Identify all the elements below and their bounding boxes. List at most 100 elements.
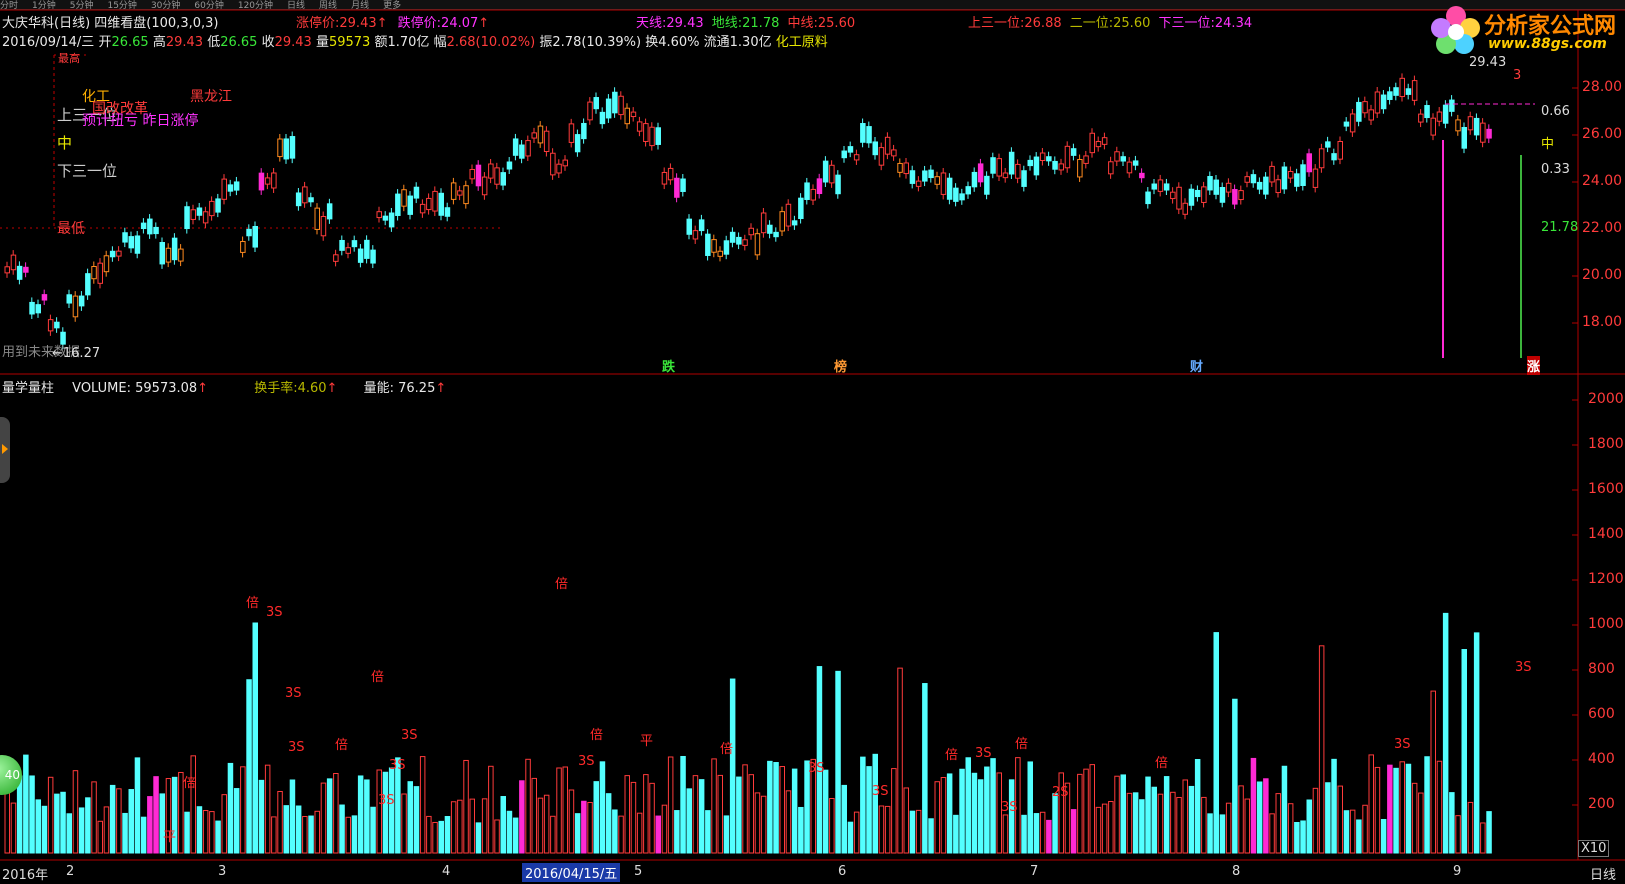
volume-bar	[339, 804, 345, 854]
candle-body	[1473, 117, 1480, 136]
limit-down-value: 24.07	[441, 16, 479, 31]
candle-body	[1405, 88, 1412, 95]
volume-bar	[1467, 801, 1474, 854]
candle-body	[97, 262, 103, 284]
volume-bar	[990, 758, 996, 854]
volume-bar	[302, 815, 308, 854]
candle-body	[1213, 179, 1219, 195]
volume-bar	[320, 782, 327, 854]
volume-bar	[91, 781, 97, 854]
volume-tag: 倍	[945, 748, 959, 763]
volume-bar	[1300, 820, 1306, 854]
tag-forecast[interactable]: 预计扭亏 昨日涨停	[82, 110, 198, 130]
candle-body	[165, 247, 172, 263]
volume-bar	[1399, 761, 1405, 854]
event-finance-marker[interactable]: 财	[1190, 356, 1203, 375]
volume-bar	[1101, 803, 1108, 854]
candle-body	[171, 237, 178, 261]
candle-body	[599, 111, 606, 125]
right-ratio-033: 0.33	[1541, 162, 1570, 177]
candle-body	[1225, 182, 1232, 193]
indicator-name[interactable]: 四维看盘(100,3,0,3)	[94, 16, 218, 31]
price-tick-label: 18.00	[1582, 314, 1623, 330]
volume-indicator-name[interactable]: 量学量柱	[2, 381, 54, 396]
volume-bar	[1151, 786, 1157, 854]
volume-bar	[1269, 813, 1275, 854]
date-axis: 2016年 2 3 4 2016/04/15/五 5 6 7 8 9 日线	[0, 861, 1625, 884]
volume-bar	[742, 764, 748, 854]
candle-body	[1027, 159, 1033, 167]
event-rank-marker[interactable]: 榜	[834, 356, 847, 375]
up-arrow-icon: ↑	[376, 16, 388, 31]
candle-body	[1015, 163, 1021, 179]
candle-body	[432, 190, 438, 212]
volume-bar	[140, 816, 147, 854]
volume-bar	[512, 817, 519, 854]
open-label: 开	[98, 35, 112, 50]
candle-body	[1114, 151, 1120, 162]
volume-bar	[717, 774, 723, 854]
candle-body	[364, 239, 370, 259]
volume-bar	[1349, 809, 1356, 854]
candle-body	[128, 236, 134, 249]
candle-body	[705, 233, 711, 256]
low-value: 26.65	[220, 35, 258, 50]
volume-bar	[450, 801, 457, 854]
limit-down-label: 跌停价:	[397, 16, 442, 31]
candle-body	[351, 240, 358, 248]
candle-body	[54, 321, 60, 329]
volume-bar	[736, 776, 742, 854]
volume-tag: 平	[640, 734, 654, 749]
min-label: 最低	[57, 221, 85, 237]
volume-bar	[1442, 612, 1449, 854]
side-expand-tab[interactable]	[0, 417, 10, 483]
volume-bar	[1411, 782, 1418, 854]
candle-body	[878, 147, 885, 166]
candle-body	[1170, 191, 1176, 200]
candle-body	[1021, 170, 1027, 187]
event-rise-marker[interactable]: 涨	[1527, 356, 1541, 375]
candle-body	[612, 91, 618, 114]
volume-bar	[364, 779, 370, 854]
candle-body	[1039, 152, 1046, 161]
volume-bar	[258, 779, 265, 854]
period-label[interactable]: 日线	[1590, 864, 1616, 883]
volume-bar	[1318, 645, 1325, 854]
candle-body	[345, 247, 351, 254]
volume-bar	[1021, 814, 1027, 854]
candle-body	[804, 182, 810, 200]
volume-bar	[1312, 787, 1319, 854]
volume-bar	[35, 799, 41, 854]
volume-bar	[47, 776, 54, 854]
close-value: 29.43	[274, 35, 312, 50]
volume-bar	[643, 774, 649, 854]
candle-body	[295, 192, 302, 207]
volume-bar	[661, 804, 668, 854]
candle-body	[1480, 122, 1486, 143]
candle-body	[1331, 153, 1337, 161]
candle-body	[1318, 148, 1325, 169]
candle-body	[1157, 179, 1164, 192]
candle-body	[178, 248, 184, 262]
event-fall-marker[interactable]: 跌	[662, 356, 675, 375]
candle-body	[1163, 183, 1170, 191]
candle-body	[252, 225, 258, 248]
volume-bar	[773, 762, 779, 854]
candle-body	[822, 160, 829, 183]
candle-body	[1188, 188, 1195, 206]
volume-tick-label: 800	[1588, 661, 1615, 677]
candle-body	[605, 98, 612, 119]
candle-body	[1312, 168, 1319, 188]
volume-bar	[1393, 767, 1399, 854]
volume-bar	[1380, 818, 1387, 854]
tag-region[interactable]: 黑龙江	[190, 86, 232, 106]
candle-body	[395, 193, 401, 216]
candle-body	[680, 178, 686, 192]
volume-bar	[134, 757, 141, 854]
right-ground-value: 21.78	[1541, 220, 1579, 235]
volume-bar	[1325, 782, 1331, 854]
stock-name[interactable]: 大庆华科(日线)	[2, 16, 90, 31]
candle-body	[940, 172, 947, 195]
candle-body	[246, 228, 252, 237]
volume-bar	[847, 821, 854, 854]
